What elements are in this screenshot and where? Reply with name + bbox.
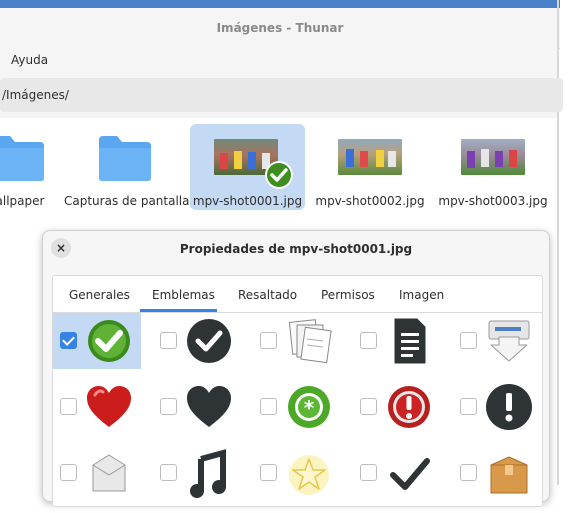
emblem-checkbox[interactable] xyxy=(160,398,177,415)
emblem-default-icon xyxy=(265,161,293,189)
emblem-checkbox[interactable] xyxy=(360,464,377,481)
emblem-checkbox[interactable] xyxy=(260,332,277,349)
location-bar: /Imágenes/ xyxy=(0,74,563,118)
file-label: mpv-shot0001.jpg xyxy=(192,194,303,208)
folder-icon xyxy=(0,136,44,181)
emblems-panel: Generales Emblemas Resaltado Permisos Im… xyxy=(52,275,543,507)
emblem-cell[interactable] xyxy=(353,379,441,435)
tab-emblemas[interactable]: Emblemas xyxy=(152,288,215,302)
path-text: /Imágenes/ xyxy=(2,88,69,102)
tab-permisos[interactable]: Permisos xyxy=(321,288,375,302)
svg-text:*: * xyxy=(304,396,315,420)
emblem-checkbox[interactable] xyxy=(360,398,377,415)
emblem-documents-icon xyxy=(288,319,332,364)
emblem-music-icon xyxy=(190,449,226,498)
emblem-cell[interactable] xyxy=(153,379,241,435)
emblem-package-icon xyxy=(92,454,126,492)
window-titlebar[interactable]: Imágenes - Thunar xyxy=(0,8,560,49)
emblem-checkbox[interactable] xyxy=(460,464,477,481)
emblem-star-icon xyxy=(289,455,329,495)
tab-imagen[interactable]: Imagen xyxy=(399,288,444,302)
emblem-new-icon: * xyxy=(288,386,330,428)
file-label: allpaper xyxy=(0,194,45,208)
emblem-cell[interactable] xyxy=(353,445,441,501)
emblem-cell[interactable] xyxy=(253,445,341,501)
emblem-ok-dark-icon xyxy=(187,319,231,363)
file-item-mpv-shot0002[interactable]: mpv-shot0002.jpg xyxy=(314,124,426,210)
emblem-cell[interactable] xyxy=(53,313,141,369)
dialog-title: Propiedades de mpv-shot0001.jpg xyxy=(179,242,413,256)
menu-ayuda[interactable]: Ayuda xyxy=(11,53,48,67)
file-icon-view: allpaper Capturas de pantalla mpv-shot00… xyxy=(0,118,557,238)
file-item-mpv-shot0001[interactable]: mpv-shot0001.jpg xyxy=(190,124,305,210)
emblem-cell[interactable] xyxy=(453,313,541,369)
emblem-document-icon xyxy=(394,318,426,364)
file-label: mpv-shot0003.jpg xyxy=(438,194,548,208)
emblem-cell[interactable]: * xyxy=(253,379,341,435)
image-thumbnail xyxy=(461,139,525,175)
emblem-important-icon xyxy=(388,386,430,428)
emblem-checkbox[interactable] xyxy=(160,464,177,481)
file-item-capturas[interactable]: Capturas de pantalla xyxy=(64,124,190,210)
emblem-check-icon xyxy=(390,458,430,490)
tab-generales[interactable]: Generales xyxy=(69,288,130,302)
emblem-cell[interactable] xyxy=(53,445,141,501)
emblem-cell[interactable] xyxy=(153,445,241,501)
emblem-checkbox[interactable] xyxy=(60,398,77,415)
emblem-cell[interactable] xyxy=(453,379,541,435)
emblem-favorite-icon xyxy=(87,386,131,427)
emblem-heart-dark-icon xyxy=(187,386,231,427)
emblem-checkbox[interactable] xyxy=(460,332,477,349)
emblem-cell[interactable] xyxy=(253,313,341,369)
emblem-checkbox[interactable] xyxy=(60,464,77,481)
active-tab-indicator xyxy=(140,309,217,312)
emblem-checkbox[interactable] xyxy=(260,398,277,415)
emblem-downloads-icon xyxy=(488,320,530,362)
emblem-important-dark-icon xyxy=(486,384,532,430)
file-item-mpv-shot0003[interactable]: mpv-shot0003.jpg xyxy=(437,124,549,210)
menubar: Ayuda xyxy=(0,48,557,74)
emblem-checkbox[interactable] xyxy=(260,464,277,481)
folder-icon xyxy=(99,136,151,181)
image-thumbnail xyxy=(338,139,402,175)
emblem-box-icon xyxy=(490,456,528,494)
emblem-checkbox[interactable] xyxy=(460,398,477,415)
emblem-cell[interactable] xyxy=(153,313,241,369)
window-top-edge xyxy=(0,0,560,8)
emblem-cell[interactable] xyxy=(453,445,541,501)
file-label: mpv-shot0002.jpg xyxy=(315,194,425,208)
window-title: Imágenes - Thunar xyxy=(216,21,344,35)
emblem-grid: * xyxy=(53,313,542,513)
tab-resaltado[interactable]: Resaltado xyxy=(238,288,297,302)
tab-bar: Generales Emblemas Resaltado Permisos Im… xyxy=(53,276,542,313)
emblem-cell[interactable] xyxy=(53,379,141,435)
file-item-wallpaper[interactable]: allpaper xyxy=(0,124,70,210)
path-entry[interactable]: /Imágenes/ xyxy=(0,78,563,112)
emblem-cell[interactable] xyxy=(353,313,441,369)
emblem-checkbox[interactable] xyxy=(360,332,377,349)
file-label: Capturas de pantalla xyxy=(64,194,190,208)
properties-dialog: × Propiedades de mpv-shot0001.jpg Genera… xyxy=(42,230,550,507)
emblem-checkbox[interactable] xyxy=(60,332,77,349)
window-border xyxy=(557,0,559,485)
emblem-checkbox[interactable] xyxy=(160,332,177,349)
emblem-default-icon xyxy=(88,320,130,362)
